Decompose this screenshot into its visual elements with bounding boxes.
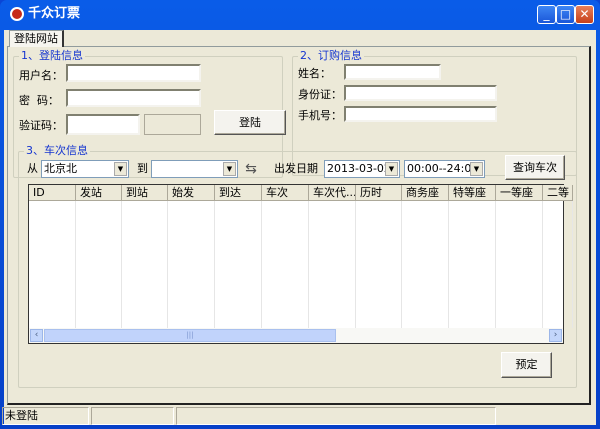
tab-login-site[interactable]: 登陆网站 — [9, 30, 64, 47]
from-station-value: 北京北 — [44, 162, 77, 175]
column-header[interactable]: 特等座 — [449, 185, 496, 201]
captcha-image[interactable] — [144, 114, 201, 135]
date-label: 出发日期 — [274, 162, 318, 175]
window-title: 千众订票 — [28, 6, 81, 21]
to-label: 到 — [137, 162, 148, 175]
status-bar: 未登陆 — [2, 405, 596, 425]
phone-label: 手机号： — [298, 109, 342, 122]
minimize-button[interactable]: _ — [537, 5, 556, 24]
status-panel-3 — [176, 407, 496, 425]
title-bar[interactable]: 千众订票 — [4, 0, 594, 28]
scroll-right-icon[interactable]: › — [549, 329, 562, 342]
login-button[interactable]: 登陆 — [214, 110, 286, 135]
column-body — [262, 185, 309, 328]
column-header[interactable]: 商务座 — [402, 185, 449, 201]
status-panel-2 — [91, 407, 174, 425]
column-body — [449, 185, 496, 328]
scroll-thumb[interactable]: ||| — [44, 329, 336, 342]
captcha-label: 验证码： — [19, 119, 63, 132]
username-label: 用户名： — [19, 69, 63, 82]
train-table[interactable]: ID 发站 到站 始发 到达 车次 车次代... 历时 商务座 特等座 一等座 二等 ‹ ||| › — [28, 184, 573, 344]
name-input[interactable] — [344, 64, 441, 80]
date-select[interactable]: 2013-03-02 ▼ — [324, 160, 400, 178]
column-header[interactable]: 始发 — [168, 185, 215, 201]
railway-logo-icon — [10, 7, 24, 21]
column-body — [76, 185, 122, 328]
login-info-legend: 1、登陆信息 — [19, 49, 85, 62]
date-value: 2013-03-02 — [327, 162, 391, 175]
id-label: 身份证： — [298, 88, 342, 101]
column-body — [402, 185, 449, 328]
query-trains-button[interactable]: 查询车次 — [505, 155, 565, 180]
horizontal-scrollbar[interactable]: ‹ ||| › — [29, 328, 563, 343]
time-range-select[interactable]: 00:00--24:00 ▼ — [404, 160, 485, 178]
maximize-button[interactable]: □ — [556, 5, 575, 24]
phone-input[interactable] — [344, 106, 497, 122]
captcha-input[interactable] — [66, 114, 140, 135]
column-body — [543, 185, 573, 328]
close-button[interactable]: ✕ — [575, 5, 594, 24]
column-body — [356, 185, 402, 328]
time-range-value: 00:00--24:00 — [407, 162, 479, 175]
train-info-legend: 3、车次信息 — [24, 144, 90, 157]
status-login: 未登陆 — [2, 407, 89, 425]
column-body — [215, 185, 262, 328]
password-label: 密 码： — [19, 94, 59, 107]
name-label: 姓名： — [298, 67, 331, 80]
column-header[interactable]: ID — [29, 185, 76, 201]
swap-arrows-icon[interactable]: ⇆ — [242, 160, 260, 178]
book-button[interactable]: 预定 — [501, 352, 552, 378]
chevron-down-icon: ▼ — [470, 162, 483, 176]
id-input[interactable] — [344, 85, 497, 101]
scroll-left-icon[interactable]: ‹ — [30, 329, 43, 342]
from-label: 从 — [27, 162, 38, 175]
chevron-down-icon: ▼ — [223, 162, 236, 176]
column-header[interactable]: 一等座 — [496, 185, 543, 201]
column-header[interactable]: 二等 — [543, 185, 573, 201]
order-info-legend: 2、订购信息 — [298, 49, 364, 62]
column-header[interactable]: 历时 — [356, 185, 402, 201]
column-body — [29, 185, 76, 328]
column-body — [122, 185, 168, 328]
from-station-select[interactable]: 北京北 ▼ — [41, 160, 129, 178]
chevron-down-icon: ▼ — [114, 162, 127, 176]
column-body — [309, 185, 356, 328]
column-header[interactable]: 到站 — [122, 185, 168, 201]
column-header[interactable]: 车次 — [262, 185, 309, 201]
column-body — [168, 185, 215, 328]
column-header[interactable]: 到达 — [215, 185, 262, 201]
column-body — [496, 185, 543, 328]
to-station-select[interactable]: ▼ — [151, 160, 238, 178]
chevron-down-icon: ▼ — [385, 162, 398, 176]
column-header[interactable]: 车次代... — [309, 185, 356, 201]
column-header[interactable]: 发站 — [76, 185, 122, 201]
username-input[interactable] — [66, 64, 201, 82]
password-input[interactable] — [66, 89, 201, 107]
